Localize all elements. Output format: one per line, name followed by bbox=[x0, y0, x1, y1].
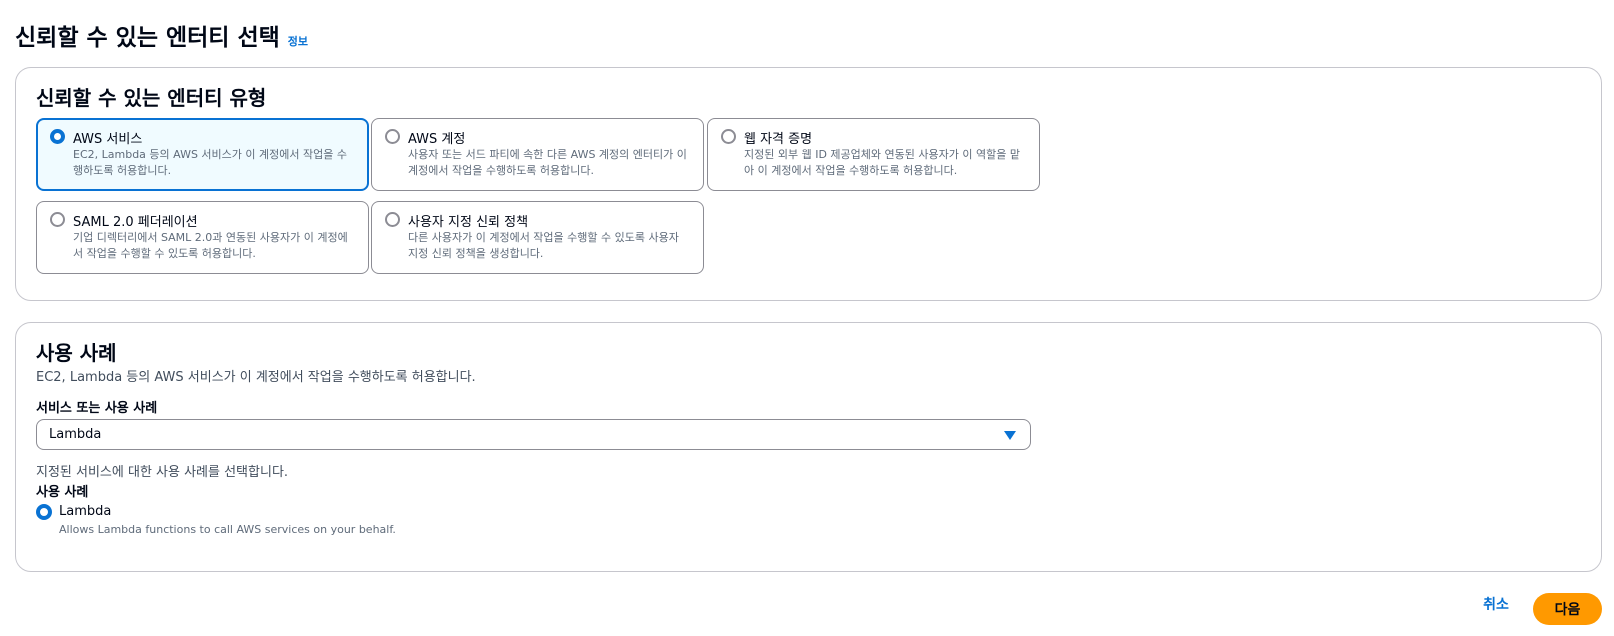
aws-account-radio[interactable] bbox=[385, 129, 400, 144]
info-link[interactable]: 정보 bbox=[288, 33, 308, 49]
tile-label: 사용자 지정 신뢰 정책 bbox=[408, 215, 529, 230]
tile-description: 지정된 외부 웹 ID 제공업체와 연동된 사용자가 이 역할을 맡아 이 계정… bbox=[744, 148, 1020, 177]
tile-label: AWS 계정 bbox=[408, 132, 466, 147]
use-case-option-description: Allows Lambda functions to call AWS serv… bbox=[59, 523, 396, 536]
tile-label: SAML 2.0 페더레이션 bbox=[73, 215, 198, 230]
service-select[interactable]: Lambda bbox=[36, 419, 1031, 450]
tile-description: EC2, Lambda 등의 AWS 서비스가 이 계정에서 작업을 수행하도록… bbox=[73, 148, 347, 177]
tile-description: 다른 사용자가 이 계정에서 작업을 수행할 수 있도록 사용자 지정 신뢰 정… bbox=[408, 231, 679, 260]
use-case-title: 사용 사례 bbox=[36, 341, 117, 365]
tile-description: 기업 디렉터리에서 SAML 2.0과 연동된 사용자가 이 계정에서 작업을 … bbox=[73, 231, 348, 260]
lambda-use-case-radio[interactable] bbox=[36, 504, 52, 520]
service-field-label: 서비스 또는 사용 사례 bbox=[36, 401, 158, 416]
tile-custom-trust-policy[interactable]: 사용자 지정 신뢰 정책 다른 사용자가 이 계정에서 작업을 수행할 수 있도… bbox=[371, 201, 704, 274]
trusted-entity-container: 신뢰할 수 있는 엔터티 유형 AWS 서비스 EC2, Lambda 등의 A… bbox=[15, 67, 1602, 301]
use-case-container: 사용 사례 EC2, Lambda 등의 AWS 서비스가 이 계정에서 작업을… bbox=[15, 322, 1602, 572]
tile-aws-account[interactable]: AWS 계정 사용자 또는 서드 파티에 속한 다른 AWS 계정의 엔터티가 … bbox=[371, 118, 704, 191]
page-header: 신뢰할 수 있는 엔터티 선택 정보 bbox=[15, 18, 308, 52]
service-hint: 지정된 서비스에 대한 사용 사례를 선택합니다. bbox=[36, 465, 289, 480]
tile-web-identity[interactable]: 웹 자격 증명 지정된 외부 웹 ID 제공업체와 연동된 사용자가 이 역할을… bbox=[707, 118, 1040, 191]
cancel-button[interactable]: 취소 bbox=[1468, 592, 1524, 616]
next-button[interactable]: 다음 bbox=[1533, 593, 1602, 625]
tile-label: 웹 자격 증명 bbox=[744, 132, 813, 147]
page-title: 신뢰할 수 있는 엔터티 선택 bbox=[15, 25, 280, 51]
aws-service-radio[interactable] bbox=[50, 129, 65, 144]
tile-aws-service[interactable]: AWS 서비스 EC2, Lambda 등의 AWS 서비스가 이 계정에서 작… bbox=[36, 118, 369, 191]
custom-policy-radio[interactable] bbox=[385, 212, 400, 227]
tile-saml-federation[interactable]: SAML 2.0 페더레이션 기업 디렉터리에서 SAML 2.0과 연동된 사… bbox=[36, 201, 369, 274]
tile-label: AWS 서비스 bbox=[73, 132, 143, 147]
trusted-entity-title: 신뢰할 수 있는 엔터티 유형 bbox=[36, 86, 267, 110]
caret-down-icon bbox=[1004, 431, 1016, 440]
tile-description: 사용자 또는 서드 파티에 속한 다른 AWS 계정의 엔터티가 이 계정에서 … bbox=[408, 148, 687, 177]
use-case-group-label: 사용 사례 bbox=[36, 485, 89, 500]
service-select-value: Lambda bbox=[49, 427, 102, 442]
saml-radio[interactable] bbox=[50, 212, 65, 227]
use-case-option-label[interactable]: Lambda bbox=[59, 504, 111, 519]
use-case-description: EC2, Lambda 등의 AWS 서비스가 이 계정에서 작업을 수행하도록… bbox=[36, 370, 476, 385]
web-identity-radio[interactable] bbox=[721, 129, 736, 144]
